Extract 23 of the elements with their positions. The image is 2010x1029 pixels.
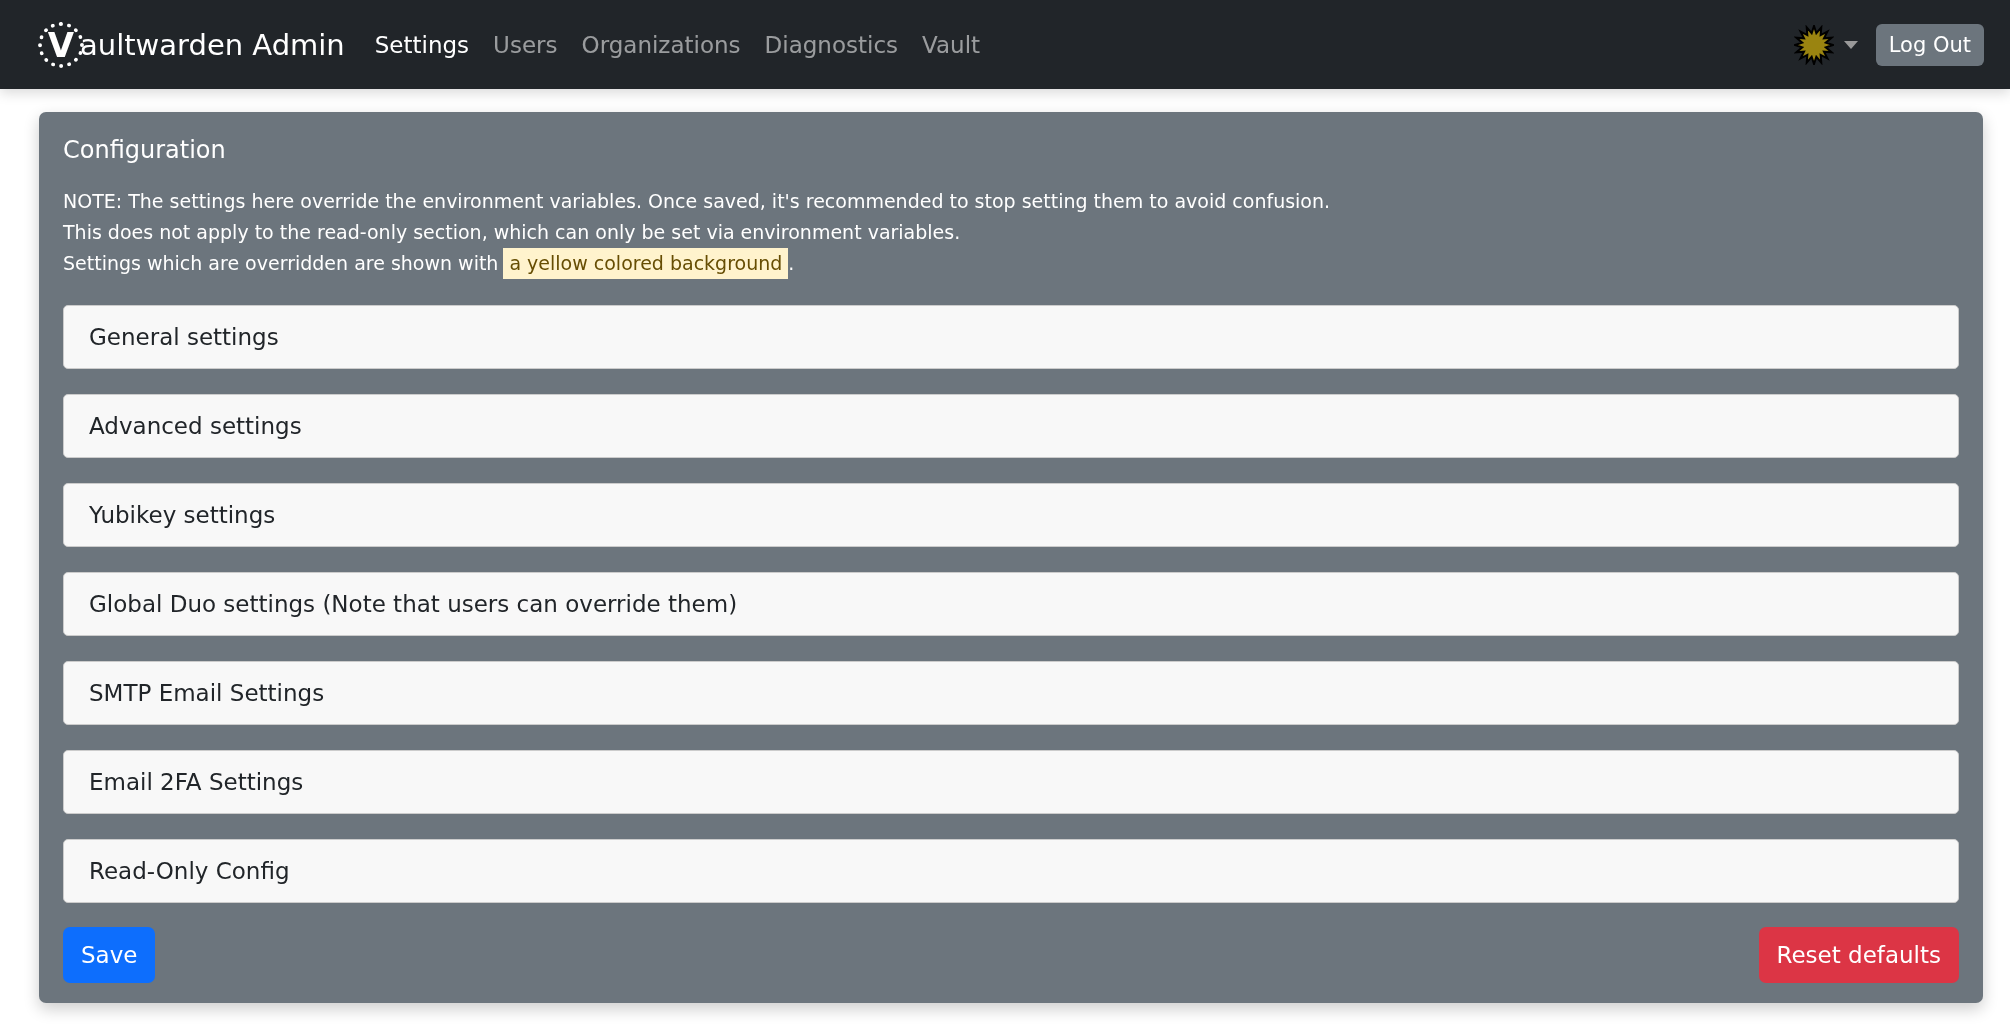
reset-defaults-button[interactable]: Reset defaults — [1758, 927, 1959, 983]
nav-link[interactable]: Diagnostics — [764, 31, 899, 58]
nav-link[interactable]: Vault — [922, 31, 981, 58]
save-button[interactable]: Save — [63, 927, 156, 983]
highlighted-text: a yellow colored background — [503, 248, 789, 279]
note-text: Settings which are overridden are shown with — [63, 251, 499, 276]
nav-link[interactable]: Users — [493, 31, 558, 58]
period-text: . — [788, 251, 795, 276]
sun-icon[interactable] — [1793, 24, 1834, 65]
section-header[interactable]: Global Duo settings (Note that users can override them) — [63, 572, 1959, 636]
section-header[interactable]: General settings — [63, 305, 1959, 369]
section-header[interactable]: Yubikey settings — [63, 483, 1959, 547]
card-title: Configuration — [63, 136, 227, 164]
nav-link[interactable]: Organizations — [581, 31, 741, 58]
nav-link[interactable]: Settings — [374, 31, 470, 58]
section-header[interactable]: Read-Only Config — [63, 839, 1959, 903]
section-header[interactable]: SMTP Email Settings — [63, 661, 1959, 725]
note-text: NOTE: The settings here override the environment variables. Once saved, it's recommended to stop setting them to avoid confusion. — [63, 189, 1332, 214]
section-header[interactable]: Advanced settings — [63, 394, 1959, 458]
note-text: This does not apply to the read-only section, which can only be set via environment variables. — [63, 220, 962, 245]
logout-button[interactable]: Log Out — [1875, 23, 1984, 66]
section-header[interactable]: Email 2FA Settings — [63, 750, 1959, 814]
caret-icon[interactable] — [1843, 40, 1858, 49]
